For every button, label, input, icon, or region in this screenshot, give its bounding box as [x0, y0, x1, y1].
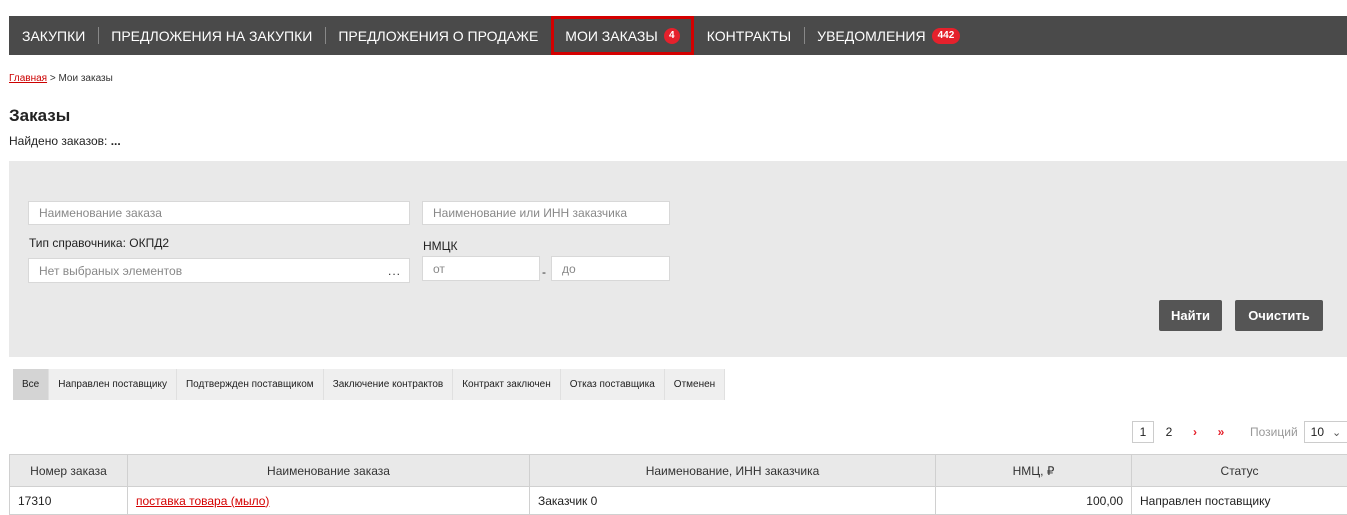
col-order-name[interactable]: Наименование заказа [127, 454, 530, 487]
status-tabs: Все Направлен поставщику Подтвержден пос… [13, 369, 726, 400]
nmck-to-input[interactable]: до [551, 256, 670, 281]
order-name-input[interactable]: Наименование заказа [28, 201, 410, 225]
nav-item-purchase-offers[interactable]: Предложения на закупки [98, 16, 325, 55]
nav-label: Предложения о продаже [338, 27, 539, 44]
breadcrumb: Главная > Мои заказы [9, 73, 113, 84]
col-price[interactable]: НМЦ, ₽ [935, 454, 1132, 487]
nmck-label: НМЦК [423, 239, 458, 253]
found-value: ... [110, 134, 121, 148]
nav-item-contracts[interactable]: Контракты [694, 16, 804, 55]
nav-label: Предложения на закупки [111, 27, 313, 44]
top-navigation: Закупки Предложения на закупки Предложен… [9, 16, 1347, 55]
reference-browse-button[interactable]: ... [388, 264, 401, 278]
clear-button[interactable]: Очистить [1235, 300, 1323, 331]
nav-item-notifications[interactable]: Уведомления 442 [804, 16, 973, 55]
order-number-cell: 17310 [9, 486, 128, 515]
chevron-down-icon: ⌄ [1332, 426, 1342, 439]
order-name-cell: поставка товара (мыло) [127, 486, 530, 515]
reference-selector[interactable]: Нет выбраных элементов ... [28, 258, 410, 283]
customer-input[interactable]: Наименование или ИНН заказчика [422, 201, 670, 225]
nav-label: Мои заказы [565, 27, 658, 44]
order-name-link[interactable]: поставка товара (мыло) [136, 494, 269, 508]
page-title: Заказы [9, 106, 71, 125]
customer-cell: Заказчик 0 [529, 486, 936, 515]
tab-contract-signing[interactable]: Заключение контрактов [323, 369, 454, 400]
positions-value: 10 [1310, 425, 1325, 439]
reference-placeholder: Нет выбраных элементов [39, 263, 183, 278]
orders-found-count: Найдено заказов: ... [9, 134, 121, 148]
range-dash: - [542, 265, 546, 279]
tab-cancelled[interactable]: Отменен [664, 369, 726, 400]
positions-select[interactable]: 10 ⌄ [1303, 421, 1347, 443]
page-1-button[interactable]: 1 [1132, 421, 1154, 443]
table-row[interactable]: 17310 поставка товара (мыло) Заказчик 0 … [9, 486, 1347, 515]
breadcrumb-separator: > [47, 73, 59, 84]
nav-label: Уведомления [817, 27, 926, 44]
col-status[interactable]: Статус [1131, 454, 1347, 487]
ref-type-label: Тип справочника: ОКПД2 [29, 236, 170, 250]
col-order-number[interactable]: Номер заказа [9, 454, 128, 487]
orders-table: Номер заказа Наименование заказа Наимено… [9, 454, 1347, 515]
nav-label: Закупки [22, 27, 86, 44]
tab-supplier-refusal[interactable]: Отказ поставщика [560, 369, 665, 400]
nav-item-purchases[interactable]: Закупки [9, 16, 98, 55]
pagination: 1 2 › » Позиций 10 ⌄ [1132, 421, 1347, 443]
page-2-button[interactable]: 2 [1158, 421, 1180, 443]
nav-item-my-orders[interactable]: Мои заказы 4 [551, 16, 694, 55]
found-label: Найдено заказов: [9, 134, 108, 148]
price-cell: 100,00 [935, 486, 1132, 515]
tab-all[interactable]: Все [13, 369, 50, 400]
filter-panel: Наименование заказа Наименование или ИНН… [9, 161, 1347, 357]
status-cell: Направлен поставщику [1131, 486, 1347, 515]
col-customer[interactable]: Наименование, ИНН заказчика [529, 454, 936, 487]
breadcrumb-home-link[interactable]: Главная [9, 73, 47, 84]
nmck-from-input[interactable]: от [422, 256, 540, 281]
tab-confirmed-by-supplier[interactable]: Подтвержден поставщиком [176, 369, 324, 400]
nav-item-sale-offers[interactable]: Предложения о продаже [325, 16, 551, 55]
last-page-icon[interactable]: » [1210, 421, 1232, 443]
positions-label: Позиций [1250, 425, 1298, 439]
tab-sent-to-supplier[interactable]: Направлен поставщику [49, 369, 177, 400]
breadcrumb-current: Мои заказы [58, 73, 113, 84]
my-orders-count-badge: 4 [663, 27, 680, 44]
find-button[interactable]: Найти [1159, 300, 1222, 331]
tab-contract-signed[interactable]: Контракт заключен [453, 369, 561, 400]
nav-label: Контракты [706, 27, 792, 44]
notifications-count-badge: 442 [931, 27, 961, 44]
table-header-row: Номер заказа Наименование заказа Наимено… [9, 454, 1347, 487]
next-page-icon[interactable]: › [1184, 421, 1206, 443]
